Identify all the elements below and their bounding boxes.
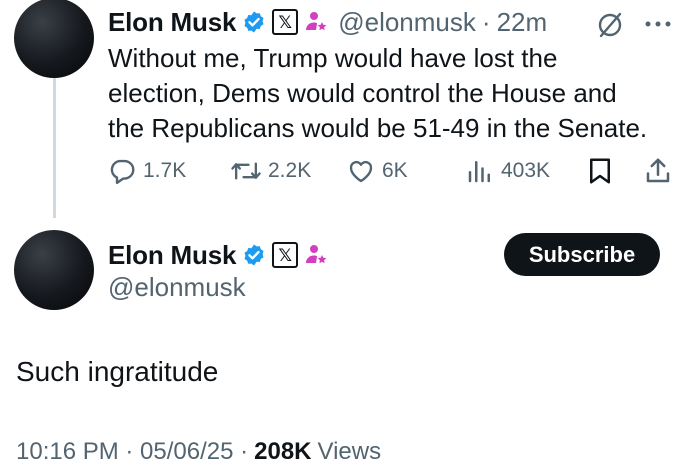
author-name[interactable]: Elon Musk xyxy=(108,240,236,271)
x-affiliate-icon: 𝕏 xyxy=(272,9,299,35)
tweet-meta: 10:16 PM · 05/06/25 · 208K Views xyxy=(16,438,381,466)
reply-icon xyxy=(110,159,135,185)
timestamp[interactable]: 10:16 PM · 05/06/25 · xyxy=(16,438,248,466)
subscribe-button[interactable]: Subscribe xyxy=(504,233,660,276)
reply-text-line: Without me, Trump would have lost the xyxy=(108,43,558,73)
views-icon xyxy=(468,161,490,183)
reply-header: Elon Musk 𝕏 @elonmusk · 22m xyxy=(108,5,547,39)
like-icon xyxy=(349,160,373,183)
person-star-icon xyxy=(306,12,327,31)
avatar[interactable] xyxy=(14,230,94,310)
repost-count: 2.2K xyxy=(268,159,312,182)
thread-line xyxy=(53,78,56,218)
grok-icon[interactable] xyxy=(595,10,625,40)
share-icon[interactable] xyxy=(643,156,673,186)
repost-button[interactable]: 2.2K xyxy=(230,156,311,186)
views-button[interactable]: 403K xyxy=(465,156,550,186)
like-button[interactable]: 6K xyxy=(346,156,408,186)
main-header: Elon Musk 𝕏 xyxy=(108,238,328,272)
bookmark-icon[interactable] xyxy=(587,156,613,186)
more-icon[interactable] xyxy=(640,16,676,32)
time-ago[interactable]: 22m xyxy=(497,7,548,38)
tweet-text: Such ingratitude xyxy=(16,356,219,387)
repost-icon xyxy=(231,162,261,180)
reply-button[interactable]: 1.7K xyxy=(107,156,186,186)
views-count: 403K xyxy=(501,159,551,182)
reply-text-line: the Republicans would be 51-49 in the Se… xyxy=(108,113,648,143)
person-star-icon xyxy=(306,245,327,264)
verified-icon xyxy=(244,11,264,33)
reply-text: Without me, Trump would have lost the el… xyxy=(108,41,678,146)
reply-count: 1.7K xyxy=(143,159,187,182)
views-total: 208K xyxy=(254,438,312,465)
author-name[interactable]: Elon Musk xyxy=(108,7,236,38)
reply-text-line: election, Dems would control the House a… xyxy=(108,78,617,108)
handle[interactable]: @elonmusk xyxy=(108,272,246,303)
verified-icon xyxy=(244,244,264,266)
avatar[interactable] xyxy=(14,0,94,78)
like-count: 6K xyxy=(382,159,408,182)
handle[interactable]: @elonmusk xyxy=(338,7,476,38)
x-affiliate-icon: 𝕏 xyxy=(272,242,299,268)
views-label: Views xyxy=(317,438,382,465)
separator: · xyxy=(481,6,491,37)
